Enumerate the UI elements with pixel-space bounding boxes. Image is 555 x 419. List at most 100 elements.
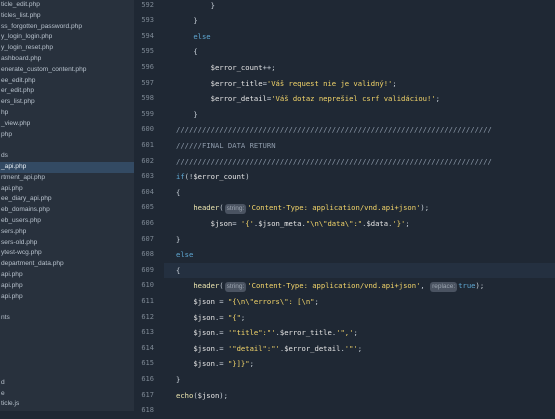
sidebar-file-item[interactable]: _view.php <box>0 119 134 130</box>
sidebar-file-item[interactable]: ytest-wcg.php <box>0 248 134 259</box>
code-line[interactable]: echo($json); <box>176 388 228 404</box>
code-token: "\n\"data\":" <box>305 218 363 228</box>
sidebar-file-item[interactable]: enerate_custom_content.php <box>0 65 134 76</box>
sidebar-file-item[interactable]: api.php <box>0 270 134 281</box>
code-line[interactable]: $json= '{'.$json_meta."\n\"data\":".$dat… <box>176 216 410 232</box>
code-token: ); <box>420 203 430 213</box>
sidebar-file-item[interactable]: eb_users.php <box>0 216 134 227</box>
line-number: 597 <box>141 78 154 87</box>
sidebar-file-item[interactable]: api.php <box>0 184 134 195</box>
code-token: ++; <box>262 62 276 72</box>
sidebar-file-item[interactable]: department_data.php <box>0 259 134 270</box>
code-token: echo <box>176 390 194 400</box>
code-token: = <box>232 218 241 228</box>
code-line[interactable]: ////////////////////////////////////////… <box>176 154 492 170</box>
sidebar-file-item[interactable]: y_login_reset.php <box>0 43 134 54</box>
line-number: 595 <box>141 47 154 56</box>
sidebar-file-item[interactable]: e <box>0 389 134 400</box>
code-line[interactable]: else <box>176 247 193 263</box>
code-line[interactable]: { <box>176 185 180 201</box>
code-token: '"detail":"' <box>227 343 280 353</box>
code-line[interactable]: } <box>176 0 215 13</box>
sidebar-file-item[interactable]: api.php <box>0 281 134 292</box>
code-token: } <box>176 374 181 384</box>
sidebar-file-item[interactable]: ticle.js <box>0 399 134 410</box>
code-token: "{\n\"errors\": [\n" <box>227 296 315 306</box>
code-token: ) <box>245 172 250 182</box>
code-line[interactable]: { <box>176 263 180 279</box>
sidebar-file-item[interactable]: ticle_edit.php <box>0 0 134 11</box>
code-token: $json <box>193 296 215 306</box>
sidebar-file-item[interactable]: y_login_login.php <box>0 32 134 43</box>
code-line[interactable]: //////FINAL DATA RETURN <box>176 138 276 154</box>
line-number: 596 <box>141 62 154 71</box>
code-line[interactable]: $json.= '"detail":"'.$error_detail.'"'; <box>176 341 362 357</box>
sidebar-file-item[interactable]: _api.php <box>0 161 134 173</box>
code-token: '"' <box>344 343 358 353</box>
sidebar-file-item[interactable]: er_edit.php <box>0 86 134 97</box>
sidebar-file-item[interactable]: nts <box>0 313 134 324</box>
code-token: , <box>420 281 430 291</box>
line-number: 602 <box>141 156 154 165</box>
code-line[interactable]: $error_detail='Váš dotaz neprešiel csrf … <box>176 91 440 107</box>
code-line[interactable]: header(string: 'Content-Type: application… <box>176 278 484 294</box>
sidebar-file-item[interactable]: ticles_list.php <box>0 11 134 22</box>
line-number: 593 <box>141 16 154 25</box>
code-line[interactable]: $error_title='Váš request nie je validný… <box>176 76 397 92</box>
sidebar-file-item[interactable]: hp <box>0 108 134 119</box>
sidebar-blank-row <box>0 367 134 378</box>
sidebar-file-item[interactable]: ers_list.php <box>0 97 134 108</box>
code-line[interactable]: $error_count++; <box>176 60 276 76</box>
code-line[interactable]: } <box>176 107 197 123</box>
code-token: 'Váš dotaz neprešiel csrf validáciou!' <box>271 94 436 104</box>
code-token: $error_detail <box>284 343 341 353</box>
line-number: 614 <box>141 343 154 352</box>
sidebar-file-item[interactable]: rtment_api.php <box>0 173 134 184</box>
sidebar-file-item[interactable]: ee_edit.php <box>0 76 134 87</box>
sidebar-file-item[interactable]: ss_forgotten_password.php <box>0 22 134 33</box>
code-token: "}]}" <box>227 359 250 369</box>
code-token: if <box>176 172 185 182</box>
sidebar-file-item[interactable]: api.php <box>0 292 134 303</box>
sidebar-file-item[interactable]: sers.php <box>0 227 134 238</box>
code-line[interactable]: $json = "{\n\"errors\": [\n"; <box>176 294 319 310</box>
code-line[interactable]: } <box>176 232 180 248</box>
code-line[interactable]: } <box>176 13 197 29</box>
sidebar-file-item[interactable]: d <box>0 378 134 389</box>
code-token: .= <box>214 343 228 353</box>
code-line[interactable]: $json.= "{"; <box>176 310 245 326</box>
code-token: ////////////////////////////////////////… <box>176 125 492 135</box>
sidebar-file-item[interactable]: ds <box>0 151 134 162</box>
sidebar-file-item[interactable]: eb_domains.php <box>0 205 134 216</box>
code-token: ; <box>435 94 440 104</box>
code-line[interactable]: else <box>176 29 210 45</box>
sidebar-file-item[interactable]: ashboard.php <box>0 54 134 65</box>
sidebar-file-item[interactable]: php <box>0 130 134 141</box>
sidebar-file-item[interactable]: sers-old.php <box>0 238 134 249</box>
code-line[interactable]: if(!$error_count) <box>176 169 250 185</box>
code-token: ; <box>353 328 358 338</box>
code-token: $error_count <box>210 62 263 72</box>
code-token: { <box>193 47 198 57</box>
code-line[interactable]: $json.= '"title":"'.$error_title.'",'; <box>176 325 358 341</box>
code-token: $error_detail <box>210 94 267 104</box>
code-line[interactable]: ////////////////////////////////////////… <box>176 122 492 138</box>
code-line[interactable]: header(string: 'Content-Type: application… <box>176 200 429 216</box>
code-editor[interactable]: } } else { $error_count++; $error_title=… <box>176 0 555 411</box>
line-number: 598 <box>141 94 154 103</box>
sidebar-file-item[interactable]: ee_diary_api.php <box>0 194 134 205</box>
code-line[interactable]: $json.= "}]}"; <box>176 356 254 372</box>
line-number: 604 <box>141 187 154 196</box>
code-line[interactable]: } <box>176 372 180 388</box>
code-token: ( <box>219 203 224 213</box>
sidebar-blank-row <box>0 356 134 367</box>
code-line[interactable]: { <box>176 44 198 60</box>
project-file-tree[interactable]: ticle_edit.php ticles_list.php ss_forgotte… <box>0 0 135 411</box>
